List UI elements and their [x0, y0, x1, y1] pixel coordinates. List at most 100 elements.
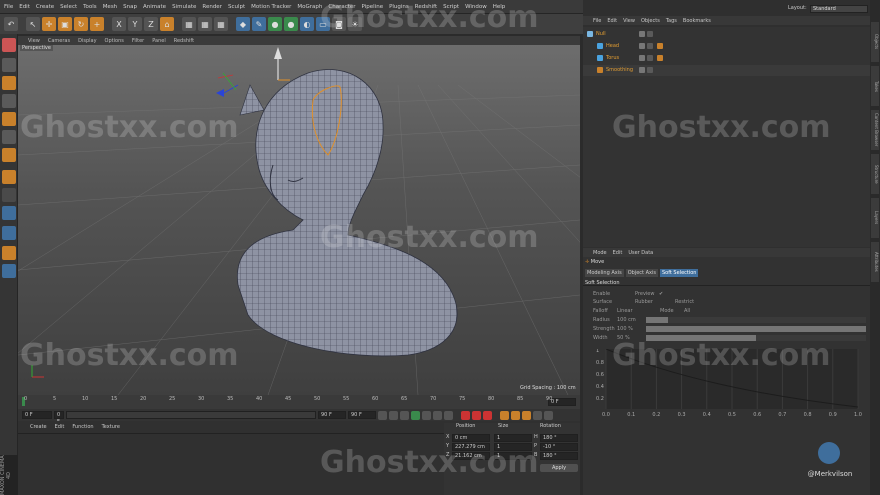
size-field-x[interactable]: 1	[494, 434, 532, 442]
viewport-3d[interactable]	[18, 45, 580, 395]
param-value-mode[interactable]: All	[684, 308, 690, 314]
radius-slider[interactable]	[646, 317, 668, 323]
timeline-ruler[interactable]: 0 F 0 5 10 15 20 25 30 35 40 45 50 55 60 65 70 75 80 85 90	[18, 395, 580, 409]
axis-mode-icon[interactable]	[2, 170, 16, 184]
object-name[interactable]: Head	[606, 41, 619, 52]
visibility-editor-icon[interactable]	[639, 55, 645, 61]
position-field-x[interactable]: 0 cm	[452, 434, 490, 442]
pen-spline-icon[interactable]: ✎	[252, 17, 266, 31]
menu-item-file[interactable]: File	[4, 4, 13, 10]
coordinate-system-icon[interactable]: ⌂	[160, 17, 174, 31]
live-selection-icon[interactable]: ↖	[26, 17, 40, 31]
menu-item-create[interactable]: Create	[36, 4, 54, 10]
menu-item-simulate[interactable]: Simulate	[172, 4, 196, 10]
undo-button[interactable]: ↶	[4, 17, 18, 31]
key-position-icon[interactable]	[500, 410, 509, 420]
object-menu-tags[interactable]: Tags	[666, 18, 677, 24]
size-field-y[interactable]: 1	[494, 443, 532, 451]
key-scale-icon[interactable]	[511, 410, 520, 420]
viewport-menu-filter[interactable]: Filter	[132, 38, 144, 44]
object-row[interactable]: Smoothing	[583, 65, 870, 76]
deformer-icon[interactable]: ◐	[300, 17, 314, 31]
x-axis-toggle[interactable]: X	[112, 17, 126, 31]
side-tab-takes[interactable]: Takes	[871, 66, 879, 106]
tab-soft-selection[interactable]: Soft Selection	[659, 269, 699, 277]
viewport-menu-display[interactable]: Display	[78, 38, 96, 44]
subdivision-surface-icon[interactable]: ●	[268, 17, 282, 31]
menu-item-pipeline[interactable]: Pipeline	[362, 4, 384, 10]
key-rotation-icon[interactable]	[522, 410, 531, 420]
menu-item-animate[interactable]: Animate	[143, 4, 166, 10]
rotate-tool-icon[interactable]: ↻	[74, 17, 88, 31]
workplane-mode-icon[interactable]	[2, 94, 16, 108]
viewport-menu-cameras[interactable]: Cameras	[48, 38, 70, 44]
viewport-menu-redshift[interactable]: Redshift	[174, 38, 194, 44]
floor-icon[interactable]: ▭	[316, 17, 330, 31]
scale-tool-icon[interactable]: ▣	[58, 17, 72, 31]
visibility-render-icon[interactable]	[647, 31, 653, 37]
make-editable-icon[interactable]	[2, 38, 16, 52]
visibility-editor-icon[interactable]	[639, 67, 645, 73]
menu-item-render[interactable]: Render	[202, 4, 222, 10]
viewport-menu-panel[interactable]: Panel	[152, 38, 166, 44]
render-view-icon[interactable]: ▦	[182, 17, 196, 31]
go-to-end-icon[interactable]	[444, 410, 453, 420]
material-menu-texture[interactable]: Texture	[102, 424, 120, 430]
keyframe-selection-icon[interactable]	[483, 410, 492, 420]
menu-item-tools[interactable]: Tools	[83, 4, 97, 10]
frame-range-slider[interactable]	[66, 411, 316, 419]
tab-object-axis[interactable]: Object Axis	[625, 269, 658, 277]
menu-item-window[interactable]: Window	[465, 4, 487, 10]
snap-icon[interactable]	[2, 206, 16, 220]
menu-item-edit[interactable]: Edit	[19, 4, 30, 10]
workplane-lock-icon[interactable]	[2, 246, 16, 260]
visibility-editor-icon[interactable]	[639, 43, 645, 49]
move-gizmo[interactable]	[216, 47, 290, 97]
side-tab-structure[interactable]: Structure	[871, 154, 879, 194]
object-menu-objects[interactable]: Objects	[641, 18, 660, 24]
side-tab-objects[interactable]: Objects	[871, 22, 879, 62]
side-tab-attributes[interactable]: Attributes	[871, 242, 879, 282]
key-parameter-icon[interactable]	[533, 410, 542, 420]
attribute-menu-user-data[interactable]: User Data	[628, 250, 653, 256]
object-name[interactable]: Null	[596, 29, 606, 40]
menu-item-select[interactable]: Select	[60, 4, 77, 10]
strength-slider[interactable]	[646, 326, 866, 332]
previous-frame-icon[interactable]	[400, 410, 409, 420]
object-row[interactable]: Null	[583, 29, 870, 40]
material-menu-create[interactable]: Create	[30, 424, 47, 430]
visibility-render-icon[interactable]	[647, 67, 653, 73]
object-menu-edit[interactable]: Edit	[607, 18, 617, 24]
object-menu-view[interactable]: View	[623, 18, 635, 24]
menu-item-snap[interactable]: Snap	[123, 4, 137, 10]
y-axis-toggle[interactable]: Y	[128, 17, 142, 31]
phong-tag-icon[interactable]	[657, 43, 663, 49]
param-value-width[interactable]: 50 %	[617, 335, 630, 341]
falloff-curve-graph[interactable]: 0.0 0.1 0.2 0.3 0.4 0.5 0.6 0.7 0.8 0.9 1.0 1 0.8 0.6…	[596, 349, 868, 429]
end-frame-field-b[interactable]: 90 F	[348, 411, 376, 419]
key-pla-icon[interactable]	[544, 410, 553, 420]
menu-item-plugins[interactable]: Plugins	[389, 4, 409, 10]
size-field-z[interactable]: 1	[494, 452, 532, 460]
rotation-field-h[interactable]: 180 °	[540, 434, 578, 442]
visibility-render-icon[interactable]	[647, 43, 653, 49]
current-frame-field[interactable]: 0 F	[22, 411, 52, 419]
tab-modeling-axis[interactable]: Modeling Axis	[585, 269, 624, 277]
side-tab-content-browser[interactable]: Content Browser	[871, 110, 879, 150]
material-menu-function[interactable]: Function	[72, 424, 93, 430]
viewport-menu-options[interactable]: Options	[105, 38, 124, 44]
play-icon[interactable]	[411, 410, 420, 420]
visibility-editor-icon[interactable]	[639, 31, 645, 37]
object-row[interactable]: Torus	[583, 53, 870, 64]
menu-item-motion-tracker[interactable]: Motion Tracker	[251, 4, 291, 10]
autokey-icon[interactable]	[472, 410, 481, 420]
solo-icon[interactable]	[2, 226, 16, 240]
param-value-falloff[interactable]: Linear	[617, 308, 633, 314]
param-value-preview[interactable]: ✔	[659, 291, 663, 297]
visibility-render-icon[interactable]	[647, 55, 653, 61]
rotation-field-b[interactable]: 180 °	[540, 452, 578, 460]
model-mode-icon[interactable]	[2, 58, 16, 72]
menu-item-sculpt[interactable]: Sculpt	[228, 4, 245, 10]
object-menu-file[interactable]: File	[593, 18, 601, 24]
record-icon[interactable]	[461, 410, 470, 420]
